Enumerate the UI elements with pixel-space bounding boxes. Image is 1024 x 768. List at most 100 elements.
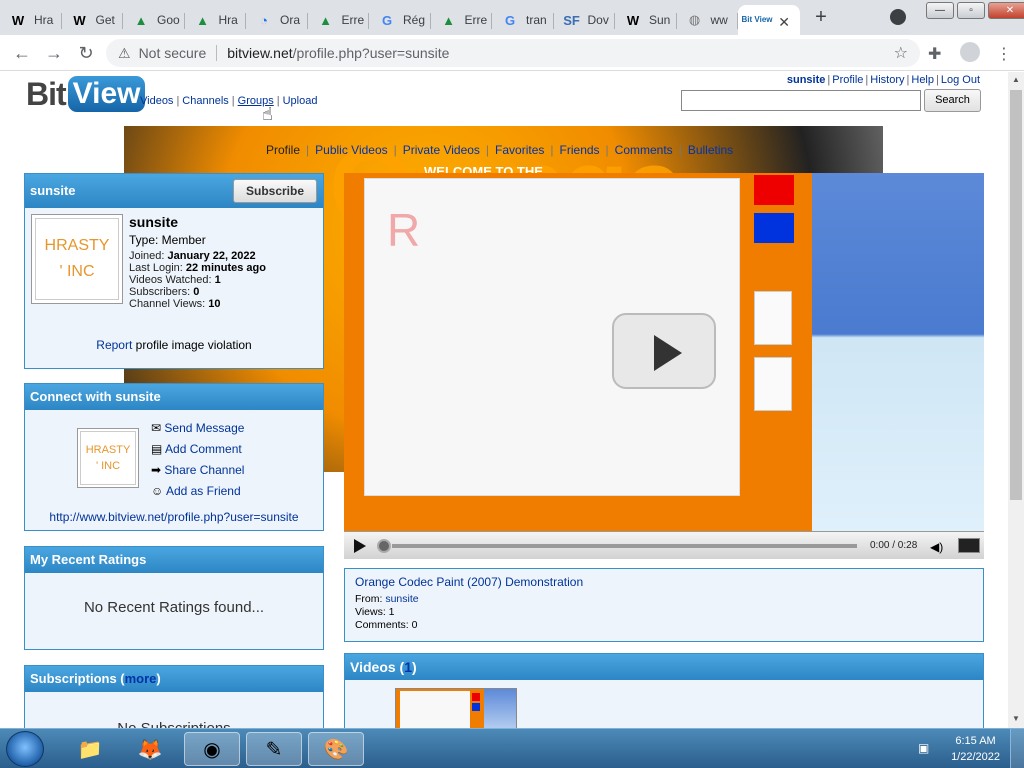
show-desktop-button[interactable] xyxy=(1010,729,1024,768)
report-text: profile image violation xyxy=(135,338,252,352)
add-comment-link[interactable]: Add Comment xyxy=(165,442,242,456)
tab-search-icon[interactable] xyxy=(890,9,906,25)
palette-app-icon[interactable]: 🎨 xyxy=(308,732,364,766)
user-link-profile[interactable]: Profile xyxy=(832,74,863,86)
chrome-icon[interactable]: ◉ xyxy=(184,732,240,766)
joined-date: January 22, 2022 xyxy=(167,250,256,262)
tab-4[interactable]: ◔ Ora xyxy=(246,5,308,35)
video-author-link[interactable]: sunsite xyxy=(385,593,418,605)
restore-button[interactable]: ▫ xyxy=(957,2,985,19)
url-path: /profile.php?user=sunsite xyxy=(292,45,450,61)
send-message-link[interactable]: Send Message xyxy=(164,421,244,435)
profile-avatar-icon[interactable] xyxy=(960,42,980,62)
tab-11[interactable]: ◍ ww xyxy=(677,5,738,35)
channel-tab-private-videos[interactable]: Private Videos xyxy=(403,143,480,157)
forward-icon[interactable]: → xyxy=(44,43,64,64)
explorer-icon[interactable]: 📁 xyxy=(62,732,118,766)
tab-0[interactable]: W Hra xyxy=(0,5,62,35)
tab-8[interactable]: Gtran xyxy=(492,5,554,35)
volume-icon[interactable]: ◀) xyxy=(930,540,943,554)
report-link[interactable]: Report xyxy=(96,338,132,352)
bitview-logo[interactable]: Bit View xyxy=(26,74,146,114)
tab-7[interactable]: ▲ Erre xyxy=(431,5,492,35)
tab-title: Get xyxy=(95,13,115,27)
share-channel-link[interactable]: Share Channel xyxy=(164,463,244,477)
address-bar[interactable]: ⚠ Not secure bitview.net/profile.php?use… xyxy=(106,39,920,67)
tab-title: Erre xyxy=(341,13,365,27)
add-friend-link[interactable]: Add as Friend xyxy=(166,484,241,498)
not-secure-label: Not secure xyxy=(138,45,207,61)
video-frame: R xyxy=(344,173,984,531)
page-scrollbar[interactable]: ▲ ▼ xyxy=(1008,72,1024,728)
minimize-button[interactable]: — xyxy=(926,2,954,19)
search-input[interactable] xyxy=(681,90,921,111)
channel-tab-profile[interactable]: Profile xyxy=(266,143,300,157)
tab-favicon-icon: ▲ xyxy=(319,12,332,28)
start-button[interactable] xyxy=(6,731,44,767)
channel-tab-friends[interactable]: Friends xyxy=(560,143,600,157)
firefox-icon[interactable]: 🦊 xyxy=(122,732,178,766)
menu-icon[interactable]: ⋮ xyxy=(996,44,1012,64)
tab-favicon-icon: ▲ xyxy=(442,12,455,28)
channel-nav: Profile | Public Videos | Private Videos | Fav… xyxy=(266,143,734,157)
reload-icon[interactable]: ↻ xyxy=(76,43,96,64)
channel-url-link[interactable]: http://www.bitview.net/profile.php?user=… xyxy=(49,510,298,524)
ratings-box: My Recent Ratings No Recent Ratings foun… xyxy=(24,546,324,650)
tab-10[interactable]: W Sun xyxy=(615,5,677,35)
user-link-history[interactable]: History xyxy=(870,74,904,86)
new-tab-button[interactable]: + xyxy=(808,6,834,28)
tab-5[interactable]: ▲ Erre xyxy=(308,5,369,35)
anime-image xyxy=(812,173,984,531)
profile-type: Type: Member xyxy=(129,233,206,247)
user-link-logout[interactable]: Log Out xyxy=(941,74,980,86)
tab-9[interactable]: SF Dov xyxy=(554,5,615,35)
seek-bar[interactable] xyxy=(392,544,857,548)
channel-tab-favorites[interactable]: Favorites xyxy=(495,143,544,157)
paint-app-icon[interactable]: ✎ xyxy=(246,732,302,766)
back-icon[interactable]: ← xyxy=(12,43,32,64)
subscriptions-box: Subscriptions (more) No Subscriptions xyxy=(24,665,324,728)
subscribe-button[interactable]: Subscribe xyxy=(233,179,317,203)
subscriptions-more-link[interactable]: more xyxy=(125,671,157,686)
scrollbar-thumb[interactable] xyxy=(1010,90,1022,500)
close-window-button[interactable]: ✕ xyxy=(988,2,1024,19)
videos-watched: 1 xyxy=(214,274,221,286)
videos-count-link[interactable]: 1 xyxy=(404,659,412,675)
tab-close-icon[interactable]: ✕ xyxy=(778,14,790,31)
video-thumbnail[interactable] xyxy=(395,688,517,728)
play-icon[interactable] xyxy=(354,539,366,553)
play-overlay-button[interactable] xyxy=(612,313,716,389)
seek-handle[interactable] xyxy=(377,539,391,553)
nav-upload[interactable]: Upload xyxy=(283,95,318,107)
video-comments: Comments: 0 xyxy=(355,619,418,631)
fullscreen-icon[interactable] xyxy=(958,538,980,553)
message-icon: ✉ xyxy=(151,421,162,435)
clock[interactable]: 6:15 AM 1/22/2022 xyxy=(951,733,1000,765)
tab-bitview-active[interactable]: Bit View ✕ xyxy=(738,5,800,35)
nav-videos[interactable]: Videos xyxy=(140,95,173,107)
network-icon[interactable]: ▣ xyxy=(918,741,929,755)
user-link-help[interactable]: Help xyxy=(911,74,934,86)
video-title-link[interactable]: Orange Codec Paint (2007) Demonstration xyxy=(355,575,583,589)
channel-tab-comments[interactable]: Comments xyxy=(615,143,673,157)
tab-1[interactable]: W Get xyxy=(62,5,123,35)
tab-6[interactable]: G Rég xyxy=(369,5,431,35)
tab-2[interactable]: ▲ Goo xyxy=(123,5,185,35)
channel-tab-public-videos[interactable]: Public Videos xyxy=(315,143,388,157)
tab-favicon-icon: ▲ xyxy=(134,12,148,28)
channel-views: 10 xyxy=(208,298,221,310)
tab-title: ww xyxy=(710,13,728,27)
extensions-icon[interactable]: ✚ xyxy=(928,44,941,64)
bookmark-star-icon[interactable]: ☆ xyxy=(894,43,908,63)
video-player[interactable]: R 0:00 / 0:28 ◀) xyxy=(344,173,984,559)
user-link-username[interactable]: sunsite xyxy=(787,74,826,86)
tab-title: Goo xyxy=(157,13,180,27)
nav-channels[interactable]: Channels xyxy=(182,95,228,107)
channel-tab-bulletins[interactable]: Bulletins xyxy=(688,143,733,157)
tab-3[interactable]: ▲ Hra xyxy=(185,5,246,35)
search-button[interactable]: Search xyxy=(924,89,981,112)
add-friend-icon: ☺ xyxy=(151,484,164,498)
ratings-empty: No Recent Ratings found... xyxy=(83,599,265,616)
player-controls: 0:00 / 0:28 ◀) xyxy=(344,531,984,559)
system-tray: ▣ 6:15 AM 1/22/2022 xyxy=(914,729,1024,768)
